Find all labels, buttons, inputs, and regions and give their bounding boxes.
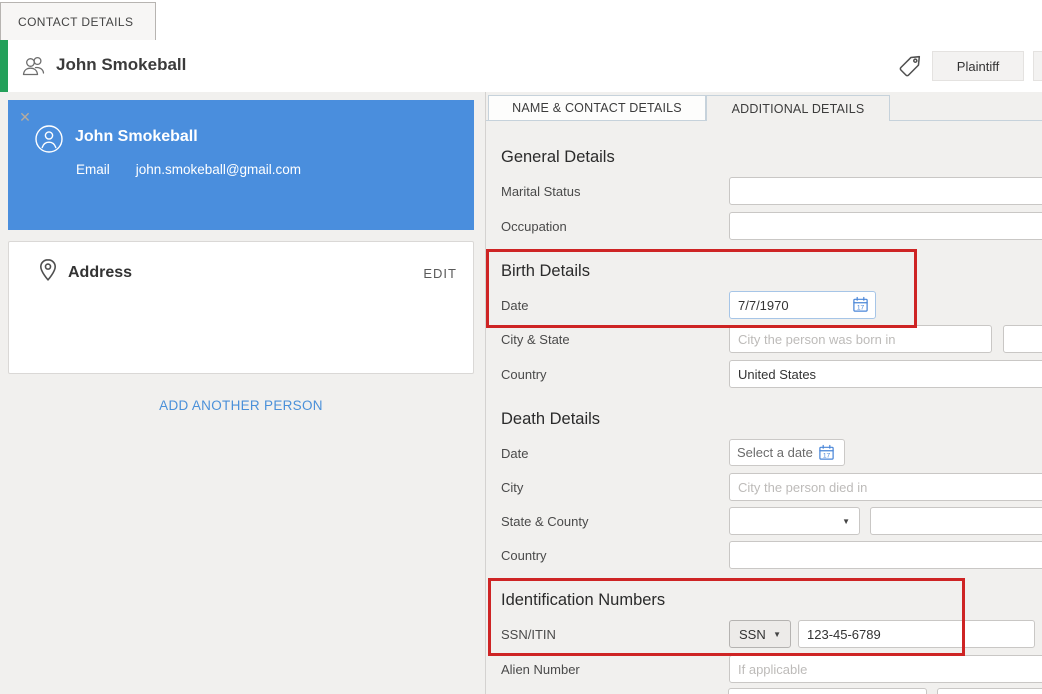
- death-date-label: Date: [501, 446, 528, 461]
- birth-city-input[interactable]: [729, 325, 992, 353]
- birth-details-title: Birth Details: [501, 262, 590, 281]
- ssn-type-select[interactable]: SSN ▼: [729, 620, 791, 648]
- close-icon[interactable]: ✕: [17, 109, 33, 125]
- occupation-label: Occupation: [501, 219, 567, 234]
- marital-status-label: Marital Status: [501, 184, 580, 199]
- birth-country-label: Country: [501, 367, 547, 382]
- contact-details-window: CONTACT DETAILS John Smokeball Plaintiff: [0, 0, 1042, 694]
- general-details-title: General Details: [501, 148, 615, 167]
- panel-divider: [485, 92, 486, 694]
- tab-name-contact-details[interactable]: NAME & CONTACT DETAILS: [488, 95, 706, 121]
- person-summary-card[interactable]: ✕ John Smokeball Email john.smokeball@gma…: [8, 100, 474, 230]
- person-circle-icon: [34, 124, 64, 154]
- role-plaintiff-label: Plaintiff: [957, 59, 999, 74]
- svg-text:17: 17: [823, 453, 831, 460]
- death-date-calendar-icon: 17: [818, 444, 835, 461]
- chevron-down-icon: ▼: [773, 630, 781, 639]
- death-date-placeholder: Select a date: [737, 445, 813, 460]
- tab-name-contact-details-label: NAME & CONTACT DETAILS: [512, 101, 682, 115]
- birth-country-input[interactable]: [729, 360, 1042, 388]
- green-accent-bar: [0, 40, 8, 92]
- chevron-down-icon: ▼: [842, 517, 850, 526]
- main-area: ✕ John Smokeball Email john.smokeball@gma…: [0, 92, 1042, 694]
- identification-numbers-title: Identification Numbers: [501, 591, 665, 610]
- ssn-value-input[interactable]: [798, 620, 1035, 648]
- ssn-itin-label: SSN/ITIN: [501, 627, 556, 642]
- email-value: john.smokeball@gmail.com: [136, 162, 301, 177]
- contact-name-title: John Smokeball: [56, 55, 186, 75]
- death-county-input[interactable]: [870, 507, 1042, 535]
- address-card-title: Address: [68, 264, 132, 282]
- alien-number-label: Alien Number: [501, 662, 580, 677]
- email-label: Email: [76, 162, 110, 177]
- tab-contact-details-label: CONTACT DETAILS: [18, 15, 133, 29]
- birth-state-input[interactable]: [1003, 325, 1042, 353]
- marital-status-input[interactable]: [729, 177, 1042, 205]
- person-card-email-row: Email john.smokeball@gmail.com: [76, 162, 301, 177]
- death-country-label: Country: [501, 548, 547, 563]
- document-tabstrip: CONTACT DETAILS: [0, 0, 1042, 40]
- ssn-type-value: SSN: [739, 627, 766, 642]
- add-another-person-link[interactable]: ADD ANOTHER PERSON: [8, 398, 474, 413]
- partial-input-right[interactable]: [937, 688, 1042, 694]
- birth-date-calendar-icon[interactable]: 17: [852, 296, 869, 313]
- tab-additional-details-label: ADDITIONAL DETAILS: [732, 102, 865, 116]
- header-extra-button[interactable]: [1033, 51, 1042, 81]
- death-state-county-label: State & County: [501, 514, 588, 529]
- death-date-picker[interactable]: Select a date 17: [729, 439, 845, 466]
- location-pin-icon: [34, 257, 62, 289]
- death-city-input[interactable]: [729, 473, 1042, 501]
- contacts-people-icon: [21, 53, 48, 79]
- person-card-name: John Smokeball: [75, 128, 198, 146]
- alien-number-input[interactable]: [729, 655, 1042, 683]
- tab-additional-details[interactable]: ADDITIONAL DETAILS: [706, 95, 890, 121]
- birth-date-label: Date: [501, 298, 528, 313]
- death-country-input[interactable]: [729, 541, 1042, 569]
- role-plaintiff-button[interactable]: Plaintiff: [932, 51, 1024, 81]
- contact-header: John Smokeball Plaintiff: [0, 40, 1042, 92]
- tag-icon[interactable]: [897, 53, 923, 79]
- birth-city-state-label: City & State: [501, 332, 570, 347]
- death-state-select[interactable]: ▼: [729, 507, 860, 535]
- occupation-input[interactable]: [729, 212, 1042, 240]
- address-edit-link[interactable]: EDIT: [423, 266, 457, 281]
- death-city-label: City: [501, 480, 523, 495]
- svg-text:17: 17: [857, 305, 865, 312]
- tab-contact-details[interactable]: CONTACT DETAILS: [0, 2, 156, 40]
- address-card: Address EDIT: [8, 241, 474, 374]
- partial-input-left[interactable]: [728, 688, 927, 694]
- death-details-title: Death Details: [501, 410, 600, 429]
